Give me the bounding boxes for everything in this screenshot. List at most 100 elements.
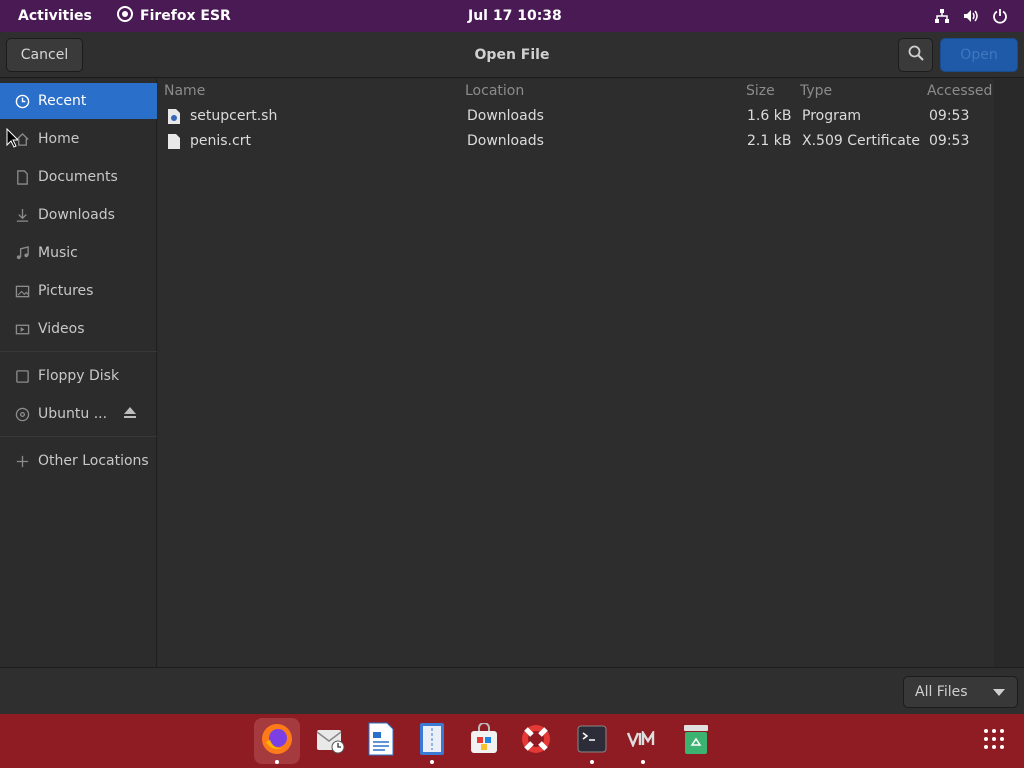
filter-value: All Files	[915, 684, 968, 700]
sidebar-item-floppy-disk[interactable]: Floppy Disk	[0, 358, 157, 394]
file-type: Program	[802, 108, 862, 124]
disc-icon	[0, 407, 38, 422]
dialog-header: Open File Cancel Open	[0, 32, 1024, 78]
firefox-icon	[117, 6, 133, 26]
running-indicator	[641, 760, 645, 764]
power-icon[interactable]	[992, 8, 1008, 24]
sidebar-item-documents[interactable]: Documents	[0, 159, 157, 195]
column-header-name[interactable]: Name	[164, 83, 205, 99]
vim-icon	[626, 728, 659, 751]
sidebar-item-label: Documents	[38, 169, 118, 185]
dock-terminal[interactable]	[569, 718, 615, 764]
sidebar-item-downloads[interactable]: Downloads	[0, 197, 157, 233]
mouse-cursor	[6, 127, 20, 152]
download-icon	[0, 208, 38, 223]
file-type: X.509 Certificate	[802, 133, 920, 149]
file-location: Downloads	[467, 133, 544, 149]
volume-icon[interactable]	[962, 8, 980, 24]
firefox-icon	[260, 722, 294, 760]
help-icon	[520, 723, 552, 759]
document-icon	[0, 169, 38, 185]
dock-firefox[interactable]	[254, 718, 300, 764]
file-accessed: 09:53	[929, 133, 970, 149]
column-header-location[interactable]: Location	[465, 83, 524, 99]
text-file-icon	[168, 134, 180, 149]
sidebar-item-label: Floppy Disk	[38, 368, 120, 384]
show-apps-icon	[983, 728, 1005, 754]
sidebar-separator	[0, 436, 157, 437]
clock-icon	[0, 94, 38, 109]
sidebar-item-label: Recent	[38, 93, 87, 109]
picture-icon	[0, 284, 38, 299]
system-tray[interactable]	[934, 0, 1008, 32]
file-size: 1.6 kB	[747, 108, 792, 124]
evolution-icon	[314, 723, 346, 759]
running-indicator	[590, 760, 594, 764]
sidebar-item-recent[interactable]: Recent	[0, 83, 157, 119]
app-menu[interactable]: Firefox ESR	[117, 0, 231, 32]
sidebar-item-label: Other Locations	[38, 453, 149, 469]
script-file-icon	[168, 109, 180, 124]
dock	[0, 714, 1024, 768]
network-icon[interactable]	[934, 8, 950, 24]
file-name: setupcert.sh	[190, 108, 278, 124]
search-icon	[908, 45, 924, 65]
sidebar-item-label: Videos	[38, 321, 85, 337]
trash-icon	[682, 723, 710, 759]
music-icon	[0, 245, 38, 261]
sidebar-item-home[interactable]: Home	[0, 121, 157, 157]
dock-evolution[interactable]	[307, 718, 353, 764]
sidebar-item-music[interactable]: Music	[0, 235, 157, 271]
dialog-title: Open File	[474, 47, 550, 63]
software-center-icon	[468, 722, 500, 759]
chevron-down-icon	[993, 689, 1005, 696]
floppy-icon	[0, 369, 38, 384]
sidebar-separator	[0, 351, 157, 352]
file-list[interactable]: Name Location Size Type Accessed setupce…	[158, 79, 994, 667]
dock-writer[interactable]	[358, 718, 404, 764]
cancel-button[interactable]: Cancel	[6, 38, 83, 72]
table-row[interactable]: penis.crt Downloads 2.1 kB X.509 Certifi…	[158, 129, 994, 154]
app-name: Firefox ESR	[140, 8, 231, 24]
sidebar-item-label: Home	[38, 131, 80, 147]
dock-help[interactable]	[513, 718, 559, 764]
file-name: penis.crt	[190, 133, 251, 149]
sidebar-item-ubuntu[interactable]: Ubuntu ...	[0, 396, 157, 432]
running-indicator	[430, 760, 434, 764]
dock-vim[interactable]	[620, 718, 666, 764]
sidebar-item-label: Music	[38, 245, 78, 261]
sidebar-item-pictures[interactable]: Pictures	[0, 273, 157, 309]
top-bar: Activities Firefox ESR Jul 17 10:38	[0, 0, 1024, 32]
plus-icon	[0, 454, 38, 469]
open-button[interactable]: Open	[940, 38, 1018, 72]
dialog-footer: All Files	[0, 667, 1024, 714]
sidebar-item-label: Ubuntu ...	[38, 406, 108, 422]
column-header-type[interactable]: Type	[800, 83, 832, 99]
column-header-size[interactable]: Size	[746, 83, 775, 99]
dock-text-editor[interactable]	[409, 718, 455, 764]
running-indicator	[275, 760, 279, 764]
scrollbar[interactable]	[994, 79, 1024, 667]
text-editor-icon	[419, 722, 445, 760]
clock[interactable]: Jul 17 10:38	[468, 0, 562, 32]
sidebar-item-other-locations[interactable]: Other Locations	[0, 443, 157, 479]
activities-button[interactable]: Activities	[18, 0, 92, 32]
search-button[interactable]	[898, 38, 933, 72]
dock-trash[interactable]	[673, 718, 719, 764]
show-apps-button[interactable]	[971, 718, 1017, 764]
dock-software-center[interactable]	[461, 718, 507, 764]
table-row[interactable]: setupcert.sh Downloads 1.6 kB Program 09…	[158, 104, 994, 129]
file-size: 2.1 kB	[747, 133, 792, 149]
sidebar-item-videos[interactable]: Videos	[0, 311, 157, 347]
places-sidebar: Recent Home Documents Downloads Music Pi…	[0, 79, 157, 667]
eject-icon[interactable]	[123, 406, 137, 423]
sidebar-item-label: Pictures	[38, 283, 94, 299]
column-header-accessed[interactable]: Accessed	[927, 83, 992, 99]
file-location: Downloads	[467, 108, 544, 124]
terminal-icon	[577, 725, 607, 757]
sidebar-item-label: Downloads	[38, 207, 115, 223]
file-accessed: 09:53	[929, 108, 970, 124]
writer-icon	[366, 722, 396, 760]
video-icon	[0, 322, 38, 337]
file-type-filter[interactable]: All Files	[903, 676, 1018, 708]
